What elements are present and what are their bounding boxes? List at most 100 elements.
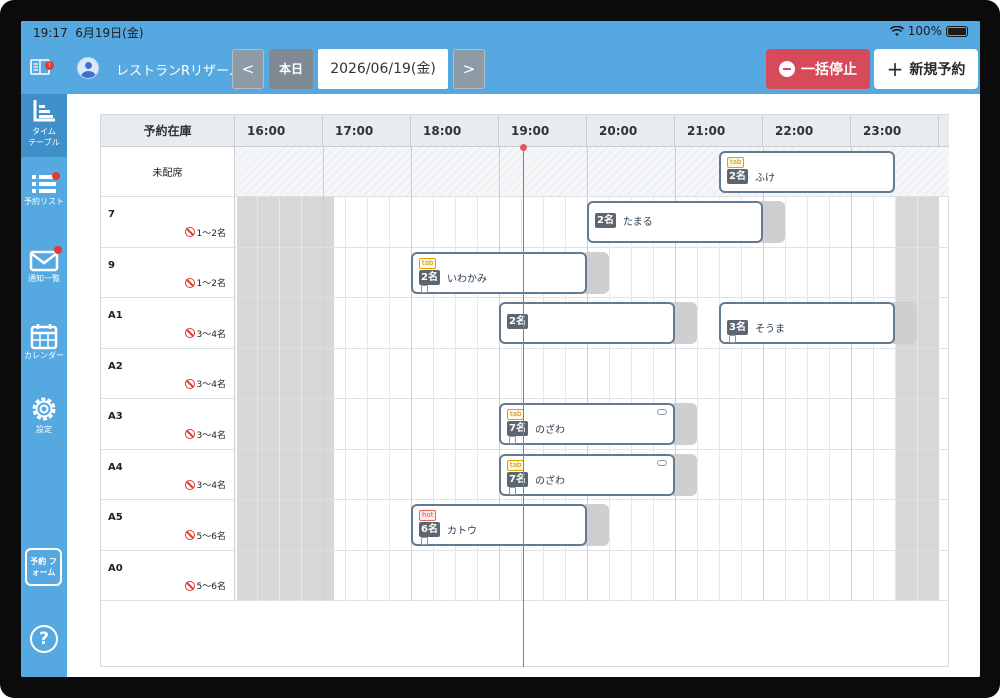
party-size-badge: 2名 <box>507 314 528 329</box>
minus-circle-icon <box>779 61 795 77</box>
battery-percent: 100% <box>907 24 942 38</box>
capacity-text: 3〜4名 <box>196 380 226 390</box>
table-name: A3 <box>108 411 123 422</box>
party-size-badge: 7名 <box>507 421 528 436</box>
table-name: 7 <box>108 209 115 220</box>
sidebar-label-timetable: タイム テーブル <box>28 127 60 147</box>
grid-line <box>697 197 698 601</box>
help-icon[interactable]: ? <box>30 625 58 653</box>
table-capacity: 3〜4名 <box>184 327 226 340</box>
new-reservation-button[interactable]: + 新規予約 <box>874 49 978 89</box>
reservation-block[interactable]: hot 6名 カトウ <box>411 504 587 546</box>
grid-line <box>367 197 368 601</box>
table-name: A4 <box>108 461 123 473</box>
grid-line <box>851 147 852 601</box>
capacity-text: 5〜6名 <box>196 531 226 542</box>
reservation-tag: tab <box>419 257 437 269</box>
app-header: ! レストランRリザー... < 本日 2026/06/19(金) > 一括停止… <box>21 41 980 94</box>
capacity-text: 3〜4名 <box>196 329 226 340</box>
grid-line <box>741 197 742 601</box>
sidebar-item-timetable[interactable]: タイム テーブル <box>21 94 67 157</box>
grid-line <box>631 197 632 601</box>
reservation-form-button[interactable]: 予約 フォーム <box>25 548 62 586</box>
grid-line <box>895 197 896 601</box>
capacity-text: 1〜2名 <box>196 279 226 289</box>
next-day-button[interactable]: > <box>453 49 485 89</box>
reservation-block[interactable]: tab 2名 ふけ <box>719 151 895 193</box>
prev-day-button[interactable]: < <box>232 49 264 89</box>
table-capacity: 3〜4名 <box>184 428 226 441</box>
wifi-icon <box>889 25 904 36</box>
avatar[interactable] <box>77 57 99 79</box>
party-size-badge: 2名 <box>419 269 440 285</box>
inventory-header: 予約在庫 <box>101 115 235 147</box>
sidebar-item-calendar[interactable]: カレンダー <box>21 322 67 372</box>
reservation-block[interactable]: 2名 <box>499 302 675 344</box>
grid-line <box>389 197 390 601</box>
closed-block <box>237 500 334 550</box>
table-capacity: 3〜4名 <box>184 478 226 491</box>
store-name[interactable]: レストランRリザー... <box>116 60 241 79</box>
hour-label: 16:00 <box>235 115 323 147</box>
table-capacity: 1〜2名 <box>184 226 226 239</box>
hour-label: 23:00 <box>851 115 939 147</box>
plus-icon: + <box>886 57 904 81</box>
date-display[interactable]: 2026/06/19(金) <box>318 49 448 89</box>
capacity-text: 3〜4名 <box>196 481 226 491</box>
reservation-block[interactable]: 3名 そうま <box>719 302 895 344</box>
table-row: 7 1〜2名 <box>101 197 949 248</box>
bulk-stop-button[interactable]: 一括停止 <box>766 49 870 89</box>
reservation-buffer <box>761 201 785 243</box>
unassigned-label: 未配席 <box>101 147 235 196</box>
timetable-icon <box>33 100 55 122</box>
closed-block <box>237 550 334 600</box>
reservation-buffer <box>673 453 697 496</box>
table-name: A5 <box>108 512 123 523</box>
guest-name: のざわ <box>535 475 565 487</box>
table-label: 9 1〜2名 <box>101 247 235 297</box>
reservation-buffer <box>585 504 609 546</box>
table-capacity: 5〜6名 <box>184 579 226 592</box>
sidebar-item-reservation-list[interactable]: 予約リスト <box>21 172 67 222</box>
closed-block <box>237 399 334 449</box>
reservation-block[interactable]: 2名 たまる <box>587 201 763 243</box>
hour-label: 20:00 <box>587 115 675 147</box>
hour-label: 22:00 <box>763 115 851 147</box>
grid-line <box>345 197 346 601</box>
new-reservation-label: 新規予約 <box>909 62 966 78</box>
memo-icon <box>421 537 428 545</box>
timetable-board: 予約在庫 16:00 17:00 18:00 19:00 20:00 21:00 22:00… <box>100 114 949 667</box>
timetable-header-row: 予約在庫 16:00 17:00 18:00 19:00 20:00 21:00 22:00… <box>101 115 949 147</box>
hour-label: 17:00 <box>323 115 411 147</box>
capacity-text: 3〜4名 <box>196 430 226 441</box>
no-smoking-icon <box>184 378 195 389</box>
sidebar-label-reservation-list: 予約リスト <box>24 197 64 206</box>
no-smoking-icon <box>184 479 195 490</box>
memo-icon <box>509 486 516 495</box>
sidebar: タイム テーブル 予約リスト 通知一覧 カレンダー 設定 予約 フォーム ? <box>21 94 67 677</box>
party-size-badge: 2名 <box>727 169 748 184</box>
sidebar-item-settings[interactable]: 設定 <box>21 394 67 444</box>
reservation-block[interactable]: tab 7名 のざわ <box>499 403 675 445</box>
reservation-buffer <box>585 251 609 294</box>
party-size-badge: 7名 <box>507 471 528 487</box>
no-smoking-icon <box>184 227 195 237</box>
grid-line <box>785 197 786 601</box>
sidebar-label-calendar: カレンダー <box>24 351 64 360</box>
sidebar-item-notifications[interactable]: 通知一覧 <box>21 246 67 299</box>
notice-badge: ! <box>45 61 54 70</box>
capacity-text: 5〜6名 <box>196 582 226 592</box>
table-label: A4 3〜4名 <box>101 449 235 499</box>
memo-icon <box>729 335 736 343</box>
reservation-block[interactable]: tab 2名 いわかみ <box>411 251 587 294</box>
grid-line <box>323 147 324 601</box>
memo-icon <box>421 284 428 293</box>
reservation-block[interactable]: tab 7名 のざわ <box>499 453 675 496</box>
no-smoking-icon <box>184 530 195 540</box>
grid-line <box>719 197 720 601</box>
link-icon <box>657 409 667 415</box>
no-smoking-icon <box>184 429 195 439</box>
party-size-badge: 2名 <box>595 213 616 228</box>
today-button[interactable]: 本日 <box>269 49 313 89</box>
guest-name: ふけ <box>755 173 775 184</box>
